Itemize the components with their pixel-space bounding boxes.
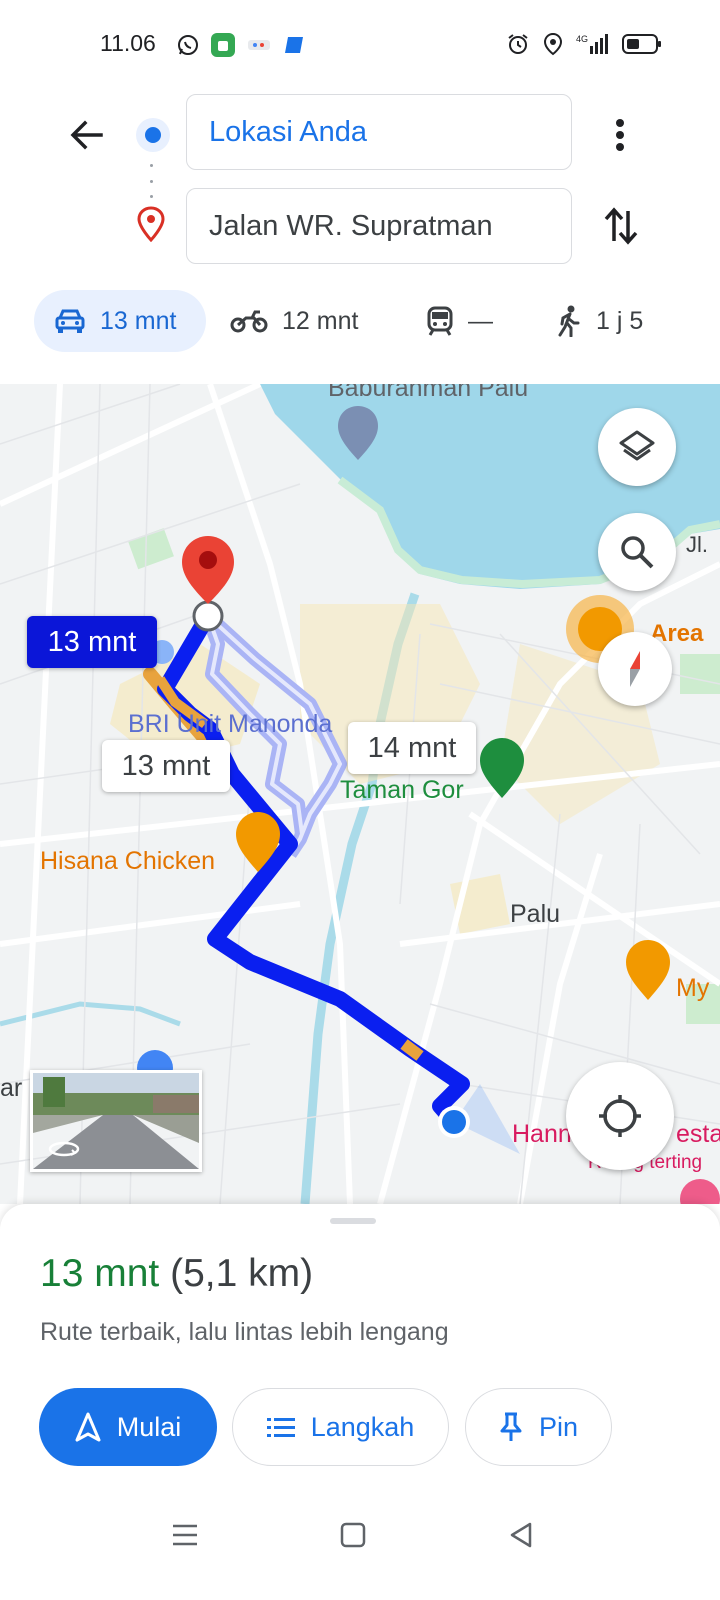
mode-walking[interactable]: 1 j 5 (556, 290, 643, 352)
mode-driving-label: 13 mnt (100, 306, 177, 335)
map-view[interactable]: Baburahman Palu Jl. Area BRI Unit Manond… (0, 384, 720, 1204)
steps-button[interactable]: Langkah (232, 1388, 449, 1466)
menu-nav-button[interactable] (160, 1510, 210, 1560)
poi-label-bottom[interactable]: Hann (512, 1120, 572, 1149)
start-button-label: Mulai (116, 1411, 182, 1442)
compass-icon (630, 651, 640, 687)
layers-button[interactable] (598, 408, 676, 486)
route-chip-primary[interactable]: 13 mnt (27, 616, 157, 668)
mode-walking-label: 1 j 5 (596, 306, 644, 335)
start-navigation-button[interactable]: Mulai (39, 1388, 217, 1466)
pin-route-button[interactable]: Pin (465, 1388, 612, 1466)
navigation-arrow-icon (75, 1412, 101, 1442)
city-label-palu: Palu (510, 900, 561, 928)
steps-button-label: Langkah (310, 1411, 415, 1442)
poi-label-hisana-chicken[interactable]: Hisana Chicken (40, 847, 215, 876)
system-icons: 4G (506, 32, 662, 56)
travel-modes: 13 mnt 12 mnt — 1 j 5 (0, 290, 720, 352)
route-chip-alt-2[interactable]: 14 mnt (348, 722, 476, 774)
sheet-drag-handle[interactable] (330, 1218, 376, 1224)
search-along-route-button[interactable] (598, 513, 676, 591)
destination-field[interactable]: Jalan WR. Supratman (186, 188, 572, 264)
signal-icon: 4G (576, 34, 608, 54)
more-options-button[interactable] (600, 110, 640, 160)
search-icon (621, 536, 654, 569)
swap-vert-icon (604, 207, 638, 245)
square-icon (340, 1522, 366, 1548)
train-icon (426, 306, 454, 336)
route-distance: (5,1 km) (170, 1252, 314, 1295)
directions-header: Lokasi Anda Jalan WR. Supratman 13 mnt 1… (0, 88, 720, 384)
back-button[interactable] (62, 110, 112, 160)
more-vert-icon (616, 119, 624, 151)
alarm-icon (508, 34, 528, 54)
walk-icon (556, 305, 582, 337)
mode-motorcycle-label: 12 mnt (282, 306, 359, 335)
poi-label-bri[interactable]: BRI Unit Manonda (128, 710, 332, 739)
compass-button[interactable] (598, 632, 672, 706)
poi-label-right[interactable]: My (676, 974, 709, 1003)
origin-field[interactable]: Lokasi Anda (186, 94, 572, 170)
my-location-icon (599, 1095, 641, 1137)
rotate-360-icon (48, 1141, 80, 1157)
triangle-back-icon (510, 1522, 532, 1548)
street-view-thumbnail[interactable] (30, 1070, 202, 1172)
home-nav-button[interactable] (328, 1510, 378, 1560)
motorcycle-icon (230, 308, 268, 334)
poi-label-left[interactable]: ar (0, 1074, 22, 1103)
pin-button-label: Pin (538, 1411, 579, 1442)
route-description: Rute terbaik, lalu lintas lebih lengang (40, 1318, 449, 1346)
route-duration: 13 mnt (40, 1252, 160, 1295)
pin-icon (499, 1411, 523, 1443)
route-chip-alt-1[interactable]: 13 mnt (102, 740, 230, 792)
mode-driving[interactable]: 13 mnt (34, 290, 206, 352)
store-app-icon (211, 33, 235, 57)
status-bar: 11.06 4G (0, 0, 720, 88)
mode-transit-label: — (468, 306, 493, 335)
whatsapp-icon (178, 35, 198, 55)
route-connector (149, 164, 153, 198)
system-navigation-bar (0, 1488, 720, 1600)
back-nav-button[interactable] (496, 1510, 546, 1560)
road-label-top-right: Jl. (686, 532, 708, 557)
status-time: 11.06 (100, 30, 156, 56)
list-icon (266, 1416, 295, 1438)
mode-transit[interactable]: — (426, 290, 493, 352)
battery-icon (622, 34, 661, 54)
app-notification-icon (248, 40, 270, 50)
my-location-button[interactable] (566, 1062, 674, 1170)
notification-icons (176, 32, 306, 58)
layers-icon (619, 430, 655, 461)
car-icon (54, 308, 86, 334)
mode-motorcycle[interactable]: 12 mnt (230, 290, 358, 352)
poi-label-bottom-suffix[interactable]: esta (676, 1120, 720, 1149)
poi-label-baburahman[interactable]: Baburahman Palu (328, 384, 528, 403)
swap-button[interactable] (596, 200, 646, 252)
menu-icon (173, 1524, 197, 1546)
location-icon (543, 32, 563, 56)
origin-dot-icon (136, 118, 170, 152)
poi-label-taman-gor[interactable]: Taman Gor (340, 776, 464, 805)
arrow-back-icon (70, 120, 103, 150)
svg-text:4G: 4G (576, 34, 588, 44)
route-summary-title: 13 mnt (5,1 km) (40, 1252, 313, 1296)
destination-pin-icon (137, 206, 165, 242)
maps-notification-icon (285, 37, 303, 53)
